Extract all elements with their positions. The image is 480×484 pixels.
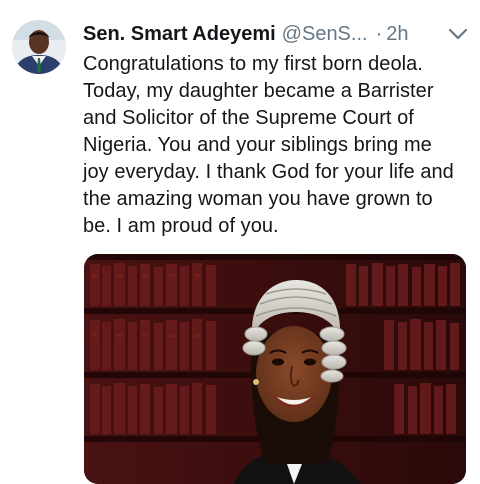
author-handle[interactable]: @SenS... [282,23,368,45]
tweet-header: Sen. Smart Adeyemi @SenS... · 2h [83,20,469,48]
tweet-text-line: joy everyday. I thank God for your life … [83,161,454,183]
profile-photo-icon [12,20,66,74]
tweet-text-line: be. I am proud of you. [83,215,279,237]
tweet-text-line: the amazing woman you have grown to [83,188,433,210]
tweet-text-line: Today, my daughter became a Barrister [83,80,434,102]
tweet-text: Congratulations to my first born deola. … [83,51,475,240]
chevron-down-icon[interactable] [447,25,469,43]
tweet-text-line: Nigeria. You and your siblings bring me [83,134,432,156]
author-avatar[interactable] [12,20,66,74]
tweet-text-line: Congratulations to my first born deola. [83,53,423,75]
tweet-card[interactable]: Sen. Smart Adeyemi @SenS... · 2h Congratula… [0,0,480,484]
tweet-text-line: and Solicitor of the Supreme Court of [83,107,414,129]
photo-barrister-in-wig-icon [84,254,466,484]
header-separator: · [375,23,383,45]
tweet-media-photo[interactable] [84,254,466,484]
author-name[interactable]: Sen. Smart Adeyemi [83,23,276,45]
tweet-timestamp[interactable]: 2h [386,23,408,45]
